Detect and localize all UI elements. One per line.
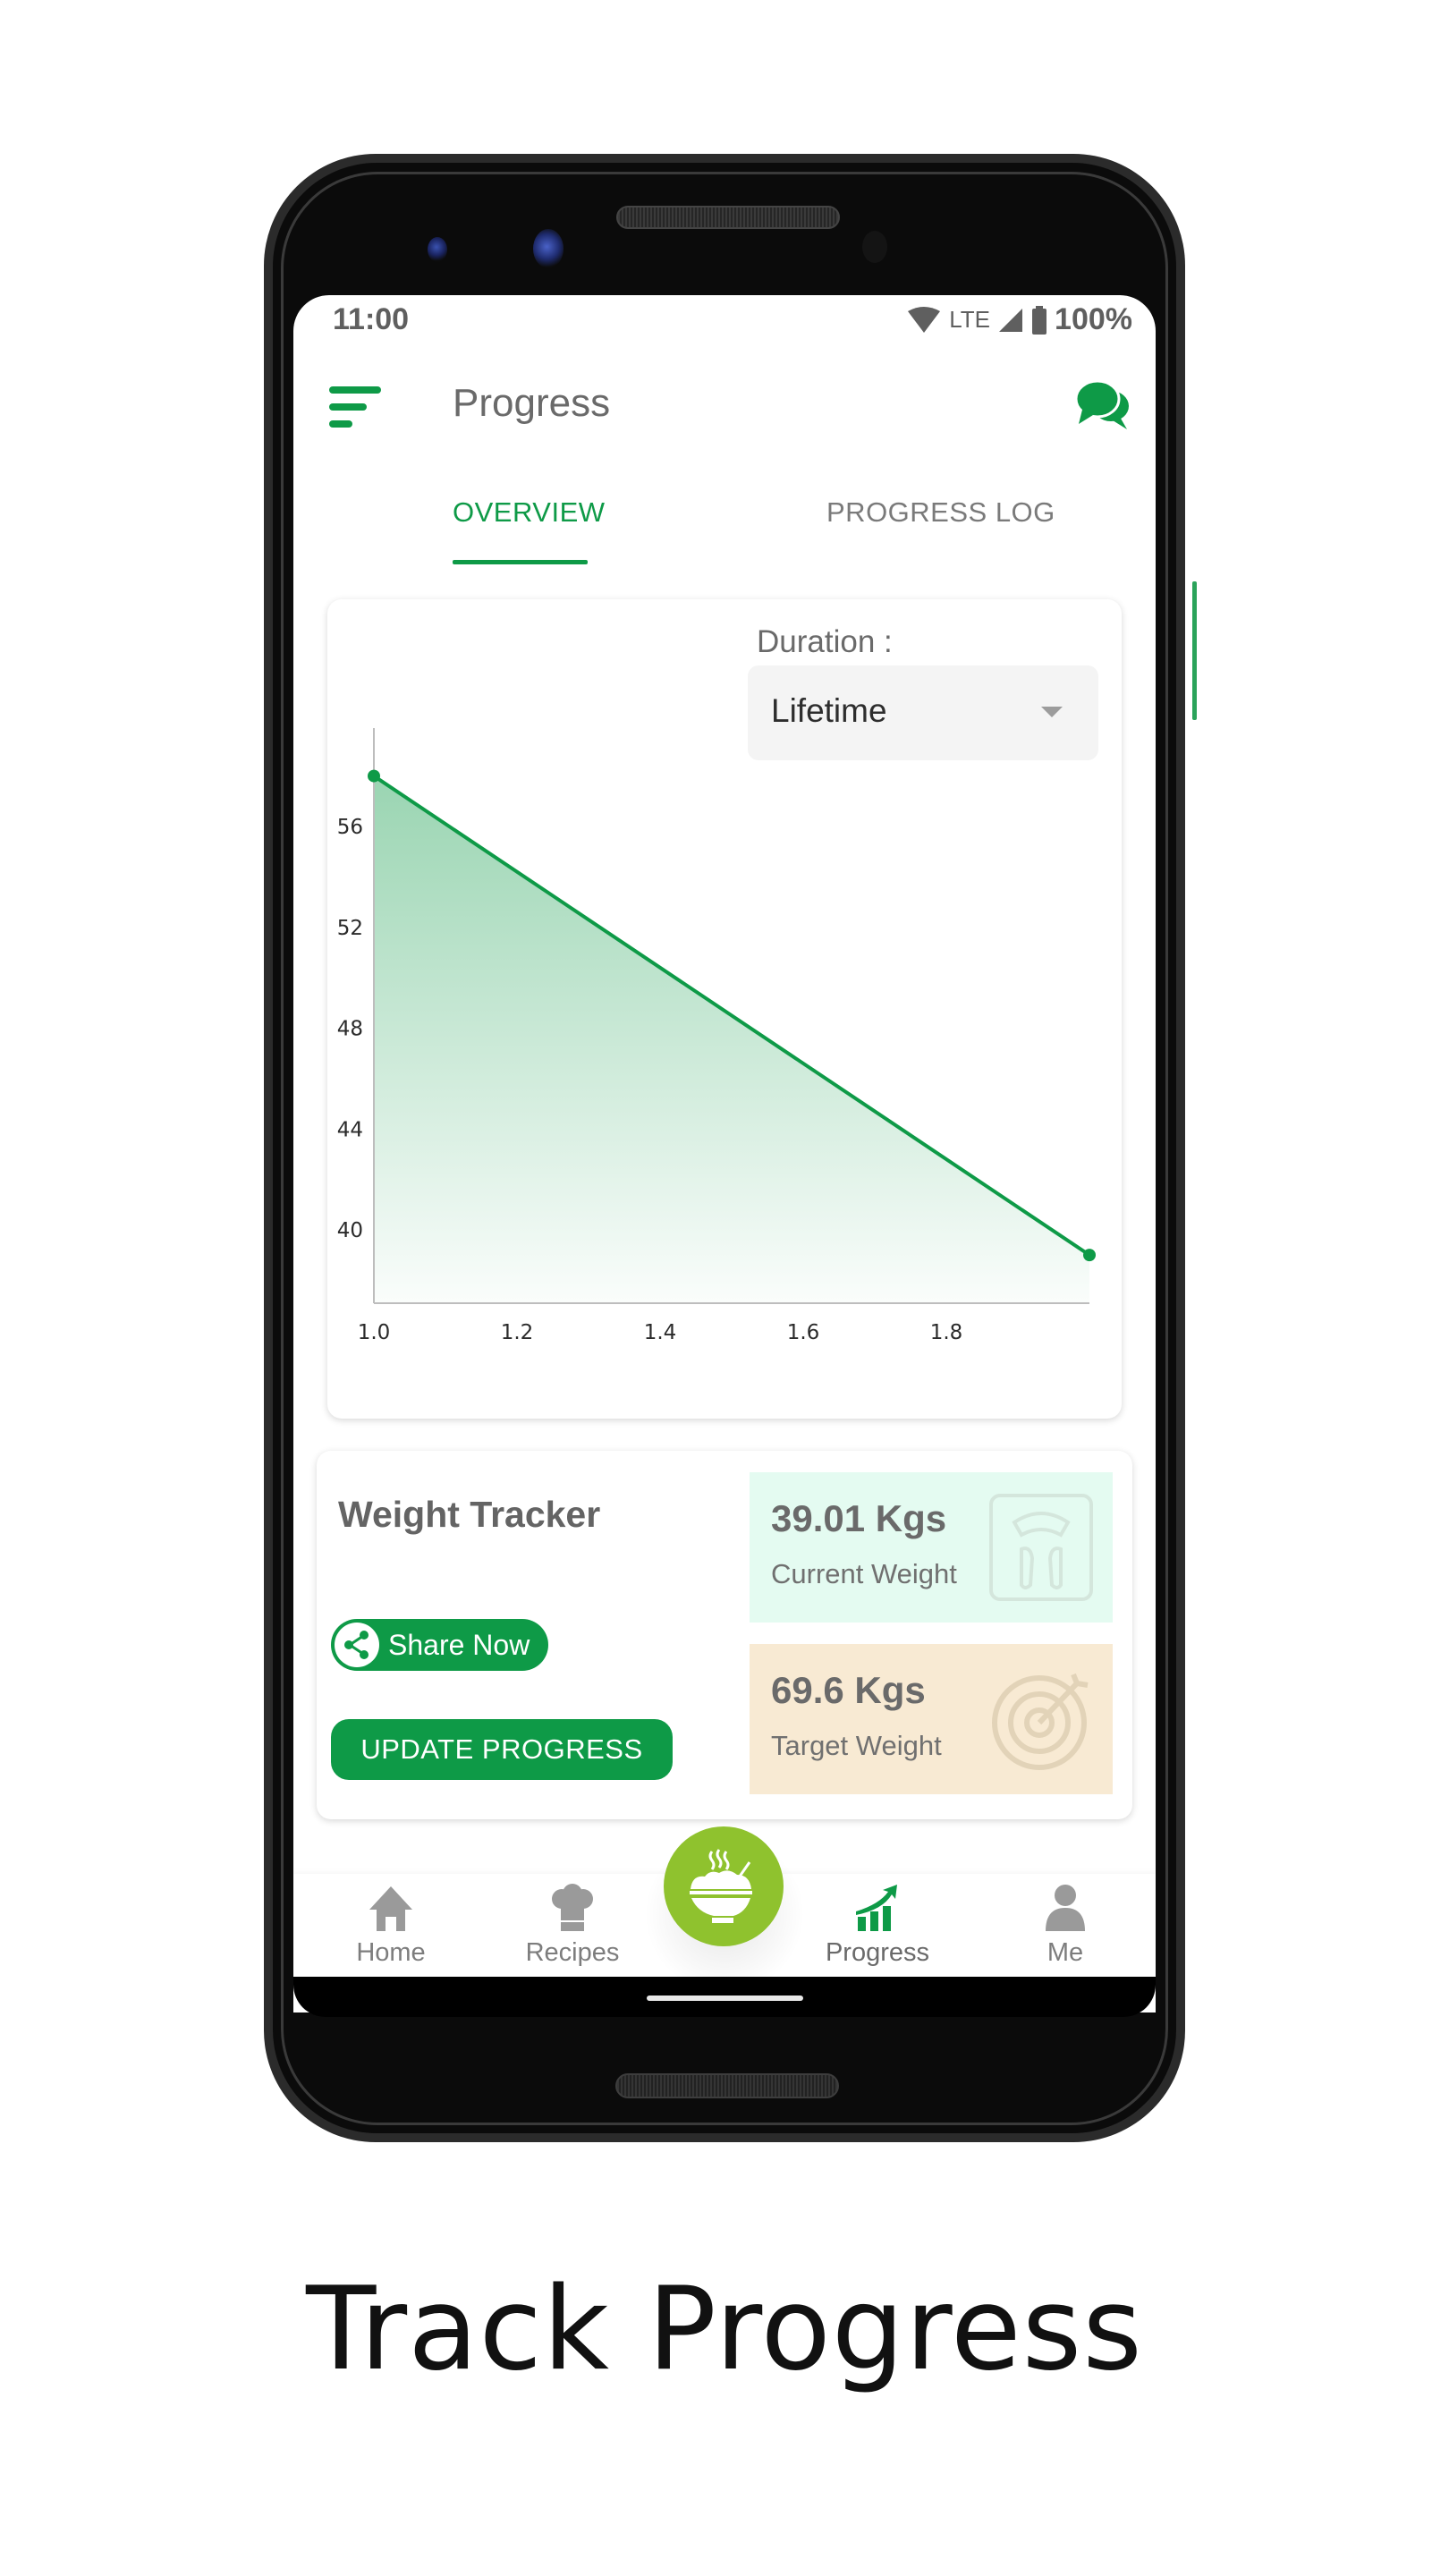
current-weight-value: 39.01 Kgs (771, 1497, 947, 1539)
weighing-scale-icon (989, 1494, 1093, 1601)
app-screen: 11:00 LTE 100% Progress OVERVIEW PROGRES… (293, 295, 1156, 2012)
front-camera-small (428, 237, 447, 262)
hamburger-menu-icon[interactable] (329, 386, 381, 428)
target-weight-value: 69.6 Kgs (771, 1669, 926, 1711)
status-icons: LTE 100% (906, 302, 1132, 337)
page-title: Progress (453, 381, 611, 425)
share-icon (335, 1623, 379, 1667)
nav-home[interactable]: Home (324, 1874, 458, 1977)
target-icon (992, 1673, 1089, 1770)
front-camera (533, 229, 564, 268)
network-type: LTE (949, 306, 991, 333)
share-now-button[interactable]: Share Now (331, 1619, 548, 1671)
battery-percent: 100% (1055, 302, 1132, 336)
food-bowl-icon (690, 1849, 752, 1923)
current-weight-label: Current Weight (771, 1558, 957, 1589)
y-tick-label: 56 (337, 816, 363, 839)
proximity-sensor (862, 231, 887, 263)
phone-side-button (1192, 581, 1197, 720)
nav-recipes-label: Recipes (525, 1938, 620, 1967)
weight-tracker-title: Weight Tracker (338, 1494, 601, 1535)
x-tick-label: 1.2 (501, 1321, 534, 1344)
x-tick-label: 1.8 (930, 1321, 963, 1344)
tab-progress-log[interactable]: PROGRESS LOG (826, 496, 1055, 529)
x-tick-label: 1.6 (787, 1321, 820, 1344)
current-weight-box: 39.01 Kgs Current Weight (750, 1472, 1113, 1623)
area-fill (374, 775, 1089, 1303)
home-icon (369, 1886, 412, 1931)
meal-fab-button[interactable] (664, 1826, 784, 1946)
user-icon (1046, 1885, 1085, 1931)
nav-progress[interactable]: Progress (810, 1874, 945, 1977)
nav-progress-label: Progress (825, 1938, 930, 1967)
y-tick-label: 48 (337, 1018, 363, 1041)
status-time: 11:00 (333, 302, 410, 336)
home-indicator[interactable] (647, 1996, 803, 2001)
chart-card: Duration : Lifetime 56 52 48 44 40 1.0 1.2 1.4 1… (327, 599, 1122, 1419)
bottom-speaker (615, 2073, 839, 2098)
nav-me[interactable]: Me (998, 1874, 1132, 1977)
caption: Track Progress (306, 2263, 1143, 2396)
earpiece-speaker (616, 206, 840, 229)
x-tick-label: 1.4 (644, 1321, 677, 1344)
data-point (1083, 1249, 1096, 1262)
share-now-label: Share Now (388, 1629, 530, 1661)
y-tick-label: 44 (337, 1118, 363, 1141)
nav-me-label: Me (1046, 1938, 1084, 1967)
x-tick-label: 1.0 (358, 1321, 391, 1344)
target-weight-box: 69.6 Kgs Target Weight (750, 1644, 1113, 1794)
signal-icon (999, 308, 1023, 332)
update-progress-button[interactable]: UPDATE PROGRESS (331, 1719, 673, 1780)
y-tick-label: 40 (337, 1219, 363, 1242)
weight-chart: 56 52 48 44 40 1.0 1.2 1.4 1.6 1.8 (337, 728, 1096, 1344)
weight-tracker-card: Weight Tracker Share Now UPDATE PROGRESS… (317, 1451, 1132, 1819)
nav-home-label: Home (356, 1938, 426, 1967)
nav-recipes[interactable]: Recipes (505, 1874, 640, 1977)
growth-chart-icon (856, 1885, 897, 1931)
battery-icon (1032, 305, 1047, 335)
data-point (368, 769, 380, 783)
target-weight-label: Target Weight (771, 1730, 942, 1761)
tab-overview[interactable]: OVERVIEW (453, 496, 606, 529)
chef-hat-icon (552, 1884, 593, 1931)
active-tab-indicator (453, 560, 588, 564)
chat-bubbles-icon[interactable] (1073, 379, 1131, 431)
y-tick-label: 52 (337, 917, 363, 940)
wifi-icon (908, 306, 941, 333)
